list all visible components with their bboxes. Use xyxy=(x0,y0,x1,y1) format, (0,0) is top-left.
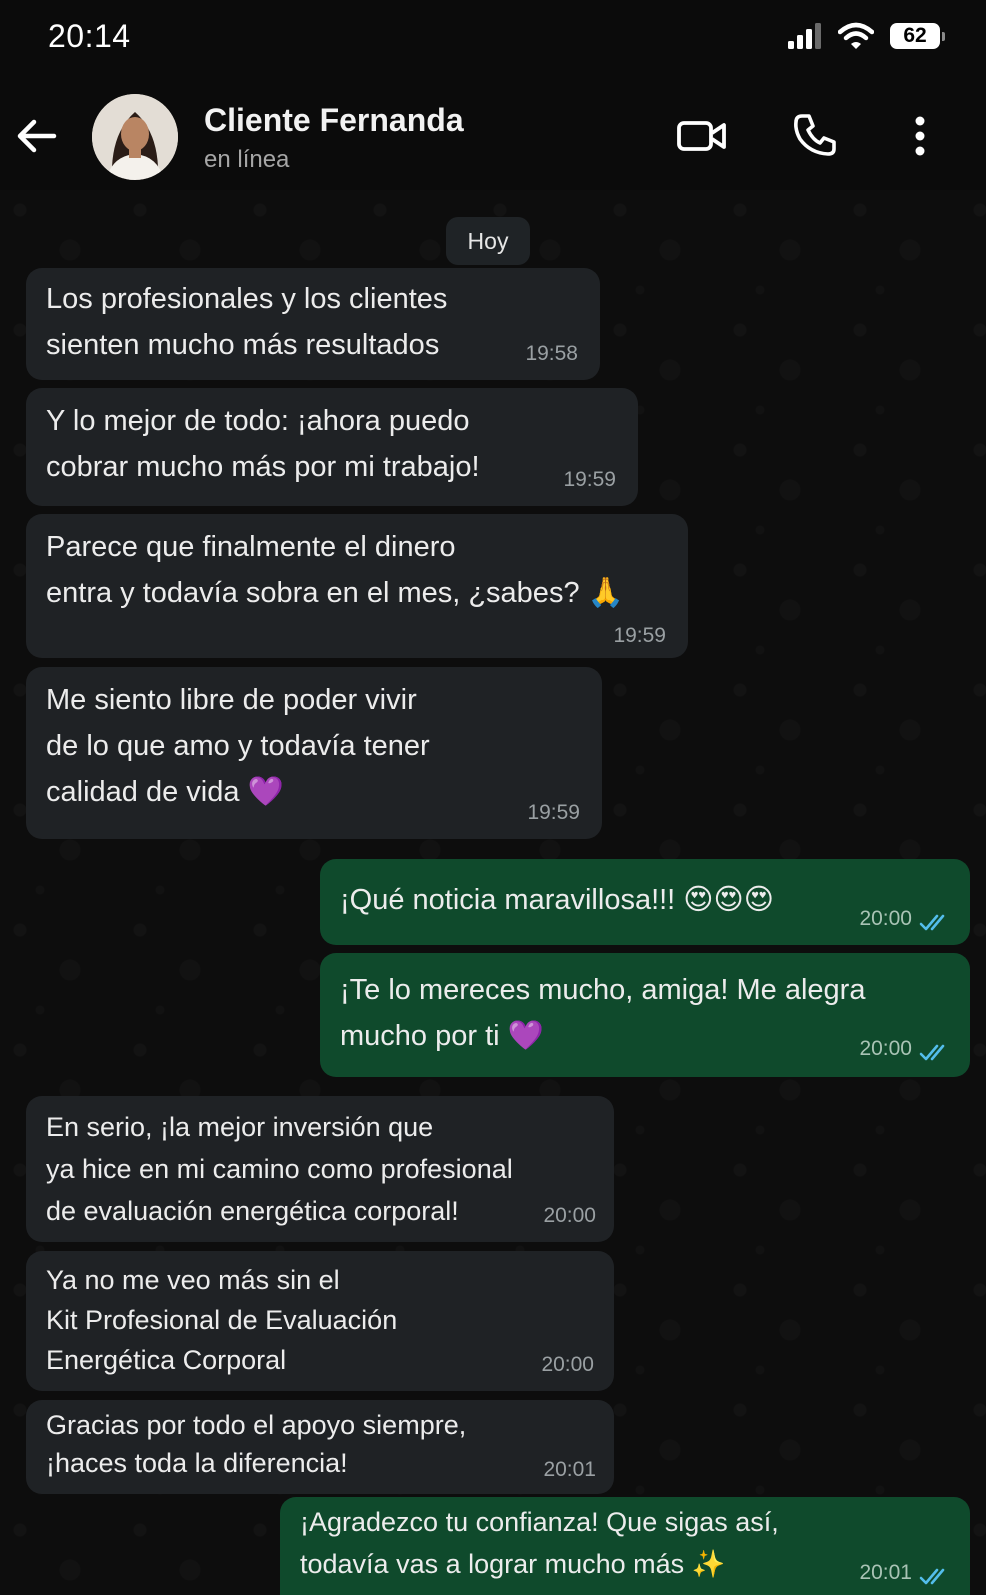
message-bubble-incoming[interactable]: Los profesionales y los clientes sienten… xyxy=(26,268,600,380)
message-bubble-outgoing[interactable]: ¡Qué noticia maravillosa!!! 😍😍😍 20:00 xyxy=(320,859,970,945)
message-line: ¡Qué noticia maravillosa!!! 😍😍😍 xyxy=(340,884,774,916)
message-line: Ya no me veo más sin el xyxy=(46,1265,340,1295)
signal-bars-icon xyxy=(788,23,821,49)
message-line: calidad de vida 💜 xyxy=(46,776,284,808)
message-line: Y lo mejor de todo: ¡ahora puedo xyxy=(46,405,470,437)
message-line: sienten mucho más resultados xyxy=(46,329,440,361)
message-line: ya hice en mi camino como profesional xyxy=(46,1154,513,1184)
status-time: 20:14 xyxy=(48,18,131,54)
message-time: 20:01 xyxy=(543,1458,596,1481)
status-icons: 62 xyxy=(786,22,945,50)
message-line: mucho por ti 💜 xyxy=(340,1020,544,1052)
date-chip: Hoy xyxy=(446,217,530,265)
message-line: ¡Te lo mereces mucho, amiga! Me alegra xyxy=(340,974,866,1006)
phone-icon[interactable] xyxy=(792,112,838,158)
message-line: de lo que amo y todavía tener xyxy=(46,730,430,762)
message-time: 19:59 xyxy=(527,801,580,824)
more-vertical-icon[interactable] xyxy=(906,114,934,158)
status-bar: 20:14 62 xyxy=(0,0,986,78)
message-bubble-incoming[interactable]: Parece que finalmente el dinero entra y … xyxy=(26,514,688,658)
message-bubble-incoming[interactable]: Ya no me veo más sin el Kit Profesional … xyxy=(26,1251,614,1391)
message-time: 19:58 xyxy=(525,342,578,365)
message-line: En serio, ¡la mejor inversión que xyxy=(46,1112,434,1142)
message-line: Me siento libre de poder vivir xyxy=(46,684,417,716)
contact-photo xyxy=(92,94,178,180)
video-camera-icon[interactable] xyxy=(676,116,728,156)
message-bubble-outgoing[interactable]: ¡Agradezco tu confianza! Que sigas así, … xyxy=(280,1497,970,1595)
message-time: 20:00 xyxy=(543,1204,596,1227)
message-line: Parece que finalmente el dinero xyxy=(46,531,456,563)
message-time: 20:00 xyxy=(859,907,912,930)
double-check-icon xyxy=(919,1044,945,1061)
message-line: Energética Corporal xyxy=(46,1345,287,1375)
avatar[interactable] xyxy=(92,94,178,180)
message-line: ¡Agradezco tu confianza! Que sigas así, xyxy=(300,1507,779,1537)
arrow-left-icon[interactable] xyxy=(14,114,58,158)
double-check-icon xyxy=(919,914,945,931)
message-bubble-incoming[interactable]: Y lo mejor de todo: ¡ahora puedo cobrar … xyxy=(26,388,638,506)
wifi-icon xyxy=(838,22,874,49)
message-time: 20:00 xyxy=(541,1353,594,1376)
double-check-icon xyxy=(919,1568,945,1585)
message-line: Los profesionales y los clientes xyxy=(46,283,448,315)
battery-indicator: 62 xyxy=(890,23,945,49)
message-time: 20:00 xyxy=(859,1037,912,1060)
message-bubble-incoming[interactable]: En serio, ¡la mejor inversión que ya hic… xyxy=(26,1096,614,1242)
message-bubble-incoming[interactable]: Me siento libre de poder vivir de lo que… xyxy=(26,667,602,839)
message-line: todavía vas a lograr mucho más ✨ xyxy=(300,1549,726,1579)
message-time: 19:59 xyxy=(613,624,666,647)
contact-status: en línea xyxy=(204,146,290,173)
message-line: Gracias por todo el apoyo siempre, xyxy=(46,1410,467,1440)
chat-header: Cliente Fernanda en línea xyxy=(0,78,986,190)
message-line: de evaluación energética corporal! xyxy=(46,1196,459,1226)
message-line: ¡haces toda la diferencia! xyxy=(46,1448,348,1478)
message-line: Kit Profesional de Evaluación xyxy=(46,1305,398,1335)
battery-level: 62 xyxy=(903,24,927,47)
message-time: 19:59 xyxy=(563,468,616,491)
message-bubble-outgoing[interactable]: ¡Te lo mereces mucho, amiga! Me alegra m… xyxy=(320,953,970,1077)
message-time: 20:01 xyxy=(859,1561,912,1584)
contact-name[interactable]: Cliente Fernanda xyxy=(204,102,464,139)
message-line: cobrar mucho más por mi trabajo! xyxy=(46,451,480,483)
message-line: entra y todavía sobra en el mes, ¿sabes?… xyxy=(46,577,624,609)
message-bubble-incoming[interactable]: Gracias por todo el apoyo siempre, ¡hace… xyxy=(26,1400,614,1494)
